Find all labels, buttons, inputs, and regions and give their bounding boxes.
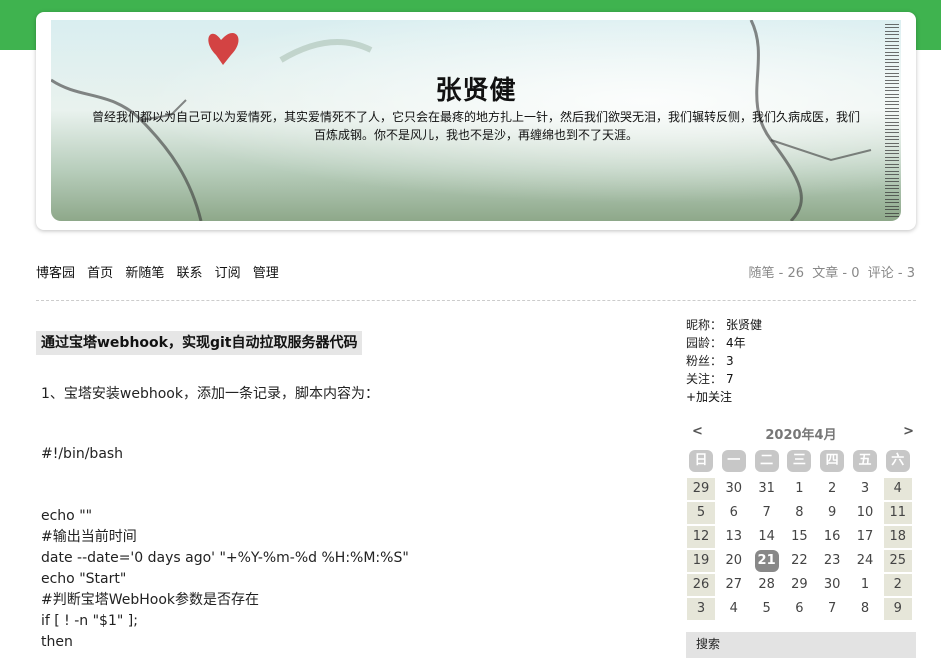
calendar-day[interactable]: 26 <box>687 574 715 596</box>
calendar-day[interactable]: 2 <box>818 478 846 500</box>
calendar-day[interactable]: 30 <box>720 478 748 500</box>
post-line: #输出当前时间 <box>41 529 137 545</box>
calendar-day[interactable]: 25 <box>883 550 912 572</box>
barcode-decoration <box>885 24 899 220</box>
profile-nickname: 昵称： 张贤健 <box>686 318 763 332</box>
nav-admin[interactable]: 管理 <box>253 266 279 281</box>
calendar-day[interactable]: 1 <box>851 574 879 596</box>
post-line: then <box>41 634 73 650</box>
post-line: #判断宝塔WebHook参数是否存在 <box>41 592 260 608</box>
calendar-weekday: 一 <box>721 450 746 472</box>
calendar-day[interactable]: 8 <box>851 598 879 620</box>
heart-icon <box>208 33 239 65</box>
calendar-month: 2020年4月 <box>765 428 837 443</box>
calendar-day[interactable]: 8 <box>785 502 813 524</box>
calendar-day[interactable]: 28 <box>753 574 781 596</box>
calendar-day[interactable]: 4 <box>720 598 748 620</box>
nickname-link[interactable]: 张贤健 <box>726 318 762 332</box>
blog-stats: 随笔 - 26 文章 - 0 评论 - 3 <box>748 266 915 281</box>
calendar-day[interactable]: 17 <box>851 526 879 548</box>
profile-age: 园龄： 4年 <box>686 336 746 350</box>
calendar-weekday: 四 <box>820 450 845 472</box>
calendar-day[interactable]: 7 <box>753 502 781 524</box>
post-line: echo "" <box>41 508 93 524</box>
nav-subscribe[interactable]: 订阅 <box>215 266 241 281</box>
calendar-day[interactable]: 12 <box>687 526 715 548</box>
header-banner: 张贤健 曾经我们都以为自己可以为爱情死，其实爱情死不了人，它只会在最疼的地方扎上… <box>51 20 901 221</box>
calendar-day[interactable]: 15 <box>785 526 813 548</box>
calendar-day[interactable]: 5 <box>687 502 715 524</box>
calendar-next-button[interactable]: > <box>903 424 914 439</box>
calendar-day[interactable]: 14 <box>753 526 781 548</box>
calendar-day[interactable]: 13 <box>720 526 748 548</box>
calendar-header: < 2020年4月 > <box>686 424 916 446</box>
calendar-weekday: 五 <box>853 450 877 472</box>
calendar-weekday: 二 <box>754 450 779 472</box>
calendar-day[interactable]: 20 <box>720 550 748 572</box>
nav-divider <box>36 300 916 301</box>
calendar-day[interactable]: 11 <box>883 502 912 524</box>
post-line: date --date='0 days ago' "+%Y-%m-%d %H:%… <box>41 550 409 566</box>
calendar-day[interactable]: 10 <box>851 502 879 524</box>
calendar-weekday: 六 <box>885 450 910 472</box>
calendar-day[interactable]: 19 <box>687 550 715 572</box>
profile-following: 关注： 7 <box>686 372 734 386</box>
calendar-day[interactable]: 6 <box>785 598 813 620</box>
calendar-day[interactable]: 4 <box>883 478 912 500</box>
calendar-day[interactable]: 29 <box>785 574 813 596</box>
calendar-day[interactable]: 9 <box>883 598 912 620</box>
calendar-day[interactable]: 24 <box>851 550 879 572</box>
calendar-day[interactable]: 1 <box>785 478 813 500</box>
main-nav: 博客园 首页 新随笔 联系 订阅 管理 <box>36 262 287 281</box>
calendar-day[interactable]: 7 <box>818 598 846 620</box>
nav-contact[interactable]: 联系 <box>176 266 202 281</box>
calendar-day[interactable]: 9 <box>818 502 846 524</box>
profile-box: 昵称： 张贤健 园龄： 4年 粉丝： 3 关注： 7 +加关注 <box>686 316 762 406</box>
search-section-header: 搜索 <box>686 632 916 658</box>
profile-fans: 粉丝： 3 <box>686 354 734 368</box>
calendar-day[interactable]: 18 <box>883 526 912 548</box>
calendar: < 2020年4月 > 日一二三四五六 29 30 31 1 2 3 4 5 6 7 8 9 10 11 12… <box>686 424 916 620</box>
calendar-weekday: 日 <box>689 450 713 472</box>
calendar-day[interactable]: 3 <box>851 478 879 500</box>
following-link[interactable]: 7 <box>726 372 734 386</box>
post-line: echo "Start" <box>41 571 127 587</box>
calendar-day[interactable]: 22 <box>785 550 813 572</box>
calendar-day[interactable]: 16 <box>818 526 846 548</box>
post-line: if [ ! -n "$1" ]; <box>41 613 138 629</box>
site-description: 曾经我们都以为自己可以为爱情死，其实爱情死不了人，它只会在最疼的地方扎上一针，然… <box>91 110 860 142</box>
post-line: 1、宝塔安装webhook，添加一条记录，脚本内容为： <box>41 386 379 402</box>
calendar-day[interactable]: 30 <box>818 574 846 596</box>
post-line: #!/bin/bash <box>41 446 124 462</box>
calendar-weekday: 三 <box>787 450 812 472</box>
calendar-day[interactable]: 31 <box>753 478 781 500</box>
calendar-day[interactable]: 29 <box>687 478 715 500</box>
calendar-day[interactable]: 3 <box>687 598 715 620</box>
nav-home[interactable]: 首页 <box>87 266 113 281</box>
age-link[interactable]: 4年 <box>726 336 746 350</box>
post-title[interactable]: 通过宝塔webhook，实现git自动拉取服务器代码 <box>36 331 363 355</box>
calendar-day[interactable]: 21 <box>754 550 779 572</box>
fans-link[interactable]: 3 <box>726 354 734 368</box>
follow-button[interactable]: +加关注 <box>686 390 732 404</box>
site-title[interactable]: 张贤健 <box>51 70 901 107</box>
nav-new-post[interactable]: 新随笔 <box>125 266 164 281</box>
calendar-day[interactable]: 27 <box>720 574 748 596</box>
calendar-day[interactable]: 5 <box>753 598 781 620</box>
calendar-day[interactable]: 23 <box>818 550 846 572</box>
calendar-day[interactable]: 6 <box>720 502 748 524</box>
nav-blog-home[interactable]: 博客园 <box>36 266 75 281</box>
calendar-day[interactable]: 2 <box>883 574 912 596</box>
